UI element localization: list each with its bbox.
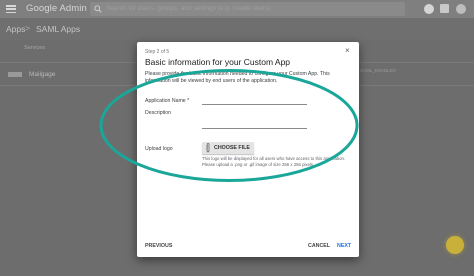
next-button[interactable]: NEXT <box>337 243 351 249</box>
dialog-title: Basic information for your Custom App <box>145 57 291 67</box>
search-icon <box>94 5 102 13</box>
breadcrumb-saml-apps: SAML Apps <box>36 24 81 34</box>
service-status: SAML_ENABLED <box>360 68 396 73</box>
help-icon[interactable] <box>424 4 434 14</box>
breadcrumb-separator: > <box>25 23 30 33</box>
app-name-label: Application Name * <box>145 98 190 104</box>
paperclip-icon <box>206 143 210 153</box>
search-placeholder: Search for users, groups, and settings (… <box>106 5 271 12</box>
dialog-description: Please provide the basic information nee… <box>145 71 330 84</box>
upload-logo-label: Upload logo <box>145 146 173 152</box>
previous-button[interactable]: PREVIOUS <box>145 243 172 249</box>
close-icon[interactable]: × <box>345 47 350 55</box>
app-name-input[interactable] <box>202 104 307 105</box>
apps-grid-icon[interactable] <box>440 4 449 13</box>
service-logo <box>8 72 22 77</box>
service-name: Mailgage <box>29 71 56 78</box>
account-icon[interactable] <box>456 4 466 14</box>
custom-app-dialog: Step 2 of 5 × Basic information for your… <box>137 42 359 257</box>
breadcrumb: Apps > SAML Apps <box>0 18 474 40</box>
add-app-fab[interactable] <box>446 236 464 254</box>
description-input[interactable] <box>202 128 307 129</box>
search-box[interactable]: Search for users, groups, and settings (… <box>90 2 405 16</box>
breadcrumb-apps[interactable]: Apps <box>6 24 25 34</box>
choose-file-button[interactable]: CHOOSE FILE <box>202 142 254 154</box>
description-label: Description <box>145 110 171 116</box>
services-section-label: Services <box>24 45 46 51</box>
hamburger-icon[interactable] <box>6 5 16 14</box>
logo-help-text: This logo will be displayed for all user… <box>202 156 346 167</box>
step-indicator: Step 2 of 5 <box>145 49 170 55</box>
choose-file-label: CHOOSE FILE <box>214 145 250 151</box>
top-bar: Google Admin Search for users, groups, a… <box>0 0 474 18</box>
cancel-button[interactable]: CANCEL <box>308 243 330 249</box>
brand-name: Google Admin <box>26 3 87 14</box>
